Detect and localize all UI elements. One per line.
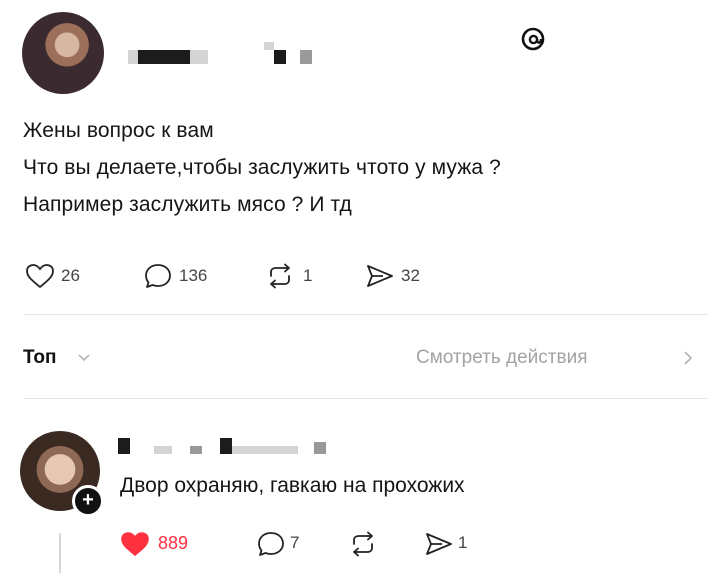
repost-icon	[353, 531, 373, 557]
reply-repost-button[interactable]	[348, 526, 388, 560]
post-text-line: Что вы делаете,чтобы заслужить чтото у м…	[23, 156, 501, 179]
reply-actions: 889 7 1	[118, 526, 498, 560]
comment-count: 136	[179, 266, 208, 285]
share-icon	[367, 265, 393, 287]
repost-count: 1	[303, 266, 313, 285]
share-count: 32	[401, 266, 420, 285]
reply-comment-count: 7	[290, 533, 300, 552]
follow-button[interactable]: +	[72, 485, 104, 517]
divider	[23, 398, 708, 399]
threads-logo-icon	[520, 26, 546, 52]
share-icon	[426, 533, 452, 555]
author-username-pixelated[interactable]	[128, 42, 318, 66]
sort-dropdown[interactable]: Топ	[23, 344, 123, 372]
comment-button[interactable]: 136	[141, 258, 241, 292]
reply-share-button[interactable]: 1	[424, 526, 484, 560]
reply-username-pixelated[interactable]	[118, 434, 338, 458]
view-activity-link[interactable]: Смотреть действия	[416, 344, 708, 372]
reply-share-count: 1	[458, 533, 468, 552]
repost-button[interactable]: 1	[263, 258, 333, 292]
reply-comment-button[interactable]: 7	[256, 526, 316, 560]
plus-icon: +	[82, 489, 94, 511]
repost-icon	[270, 263, 290, 289]
heart-icon	[26, 264, 54, 289]
post-body: Жены вопрос к вам Что вы делаете,чтобы з…	[23, 112, 683, 223]
heart-icon	[121, 532, 149, 557]
comment-icon	[258, 532, 284, 556]
chevron-right-icon	[684, 351, 693, 365]
post-actions: 26 136 1 32	[23, 258, 453, 292]
post-text-line: Например заслужить мясо ? И тд	[23, 193, 352, 216]
share-button[interactable]: 32	[363, 258, 443, 292]
thread-line	[59, 533, 61, 573]
post-text-line: Жены вопрос к вам	[23, 119, 214, 142]
reply-text: Двор охраняю, гавкаю на прохожих	[120, 474, 465, 497]
author-avatar[interactable]	[22, 12, 104, 94]
sort-label: Топ	[23, 347, 57, 368]
comment-icon	[145, 264, 171, 288]
view-activity-label: Смотреть действия	[416, 347, 588, 368]
divider	[23, 314, 708, 315]
like-count: 26	[61, 266, 80, 285]
reply-like-count: 889	[158, 533, 189, 553]
chevron-down-icon	[78, 354, 90, 362]
reply-like-button[interactable]: 889	[118, 526, 218, 560]
like-button[interactable]: 26	[23, 258, 103, 292]
